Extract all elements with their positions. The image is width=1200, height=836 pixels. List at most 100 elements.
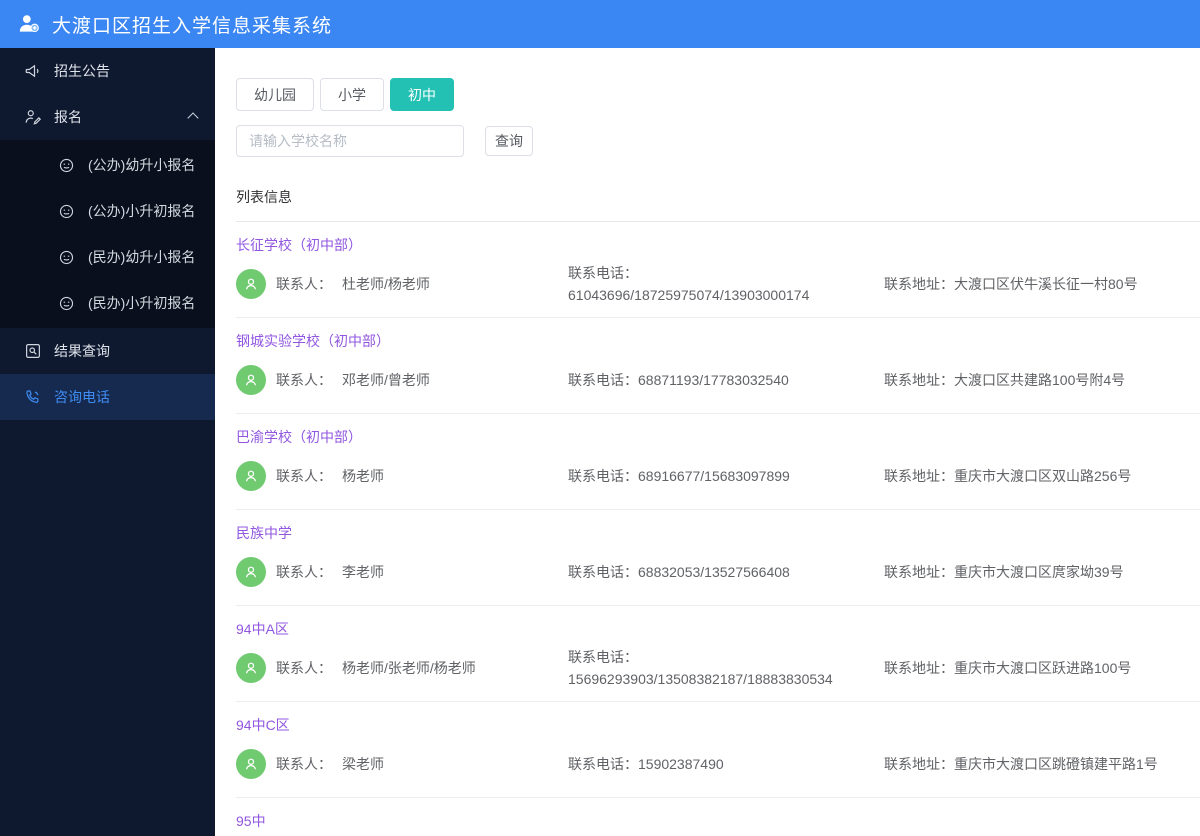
- school-search-input[interactable]: [236, 125, 464, 157]
- address-cell: 联系地址：大渡口区共建路100号附4号: [884, 369, 1200, 391]
- phone-label: 联系电话：: [568, 649, 638, 665]
- list-item: 巴渝学校（初中部） 联系人： 杨老师 联系电话：68916677/1568309…: [236, 414, 1200, 510]
- address-label: 联系地址：: [884, 276, 954, 292]
- contact-label: 联系人：: [276, 468, 332, 484]
- tab-junior[interactable]: 初中: [390, 78, 454, 111]
- phone-cell: 联系电话：68832053/13527566408: [568, 561, 868, 583]
- avatar: [236, 461, 266, 491]
- address-cell: 联系地址：重庆市大渡口区跃进路100号: [884, 657, 1200, 679]
- phone-cell: 联系电话：68916677/15683097899: [568, 465, 868, 487]
- address-value: 重庆市大渡口区跃进路100号: [954, 660, 1132, 676]
- avatar: [236, 557, 266, 587]
- face-icon: [58, 157, 76, 174]
- sidebar-item-label: (民办)幼升小报名: [88, 249, 196, 265]
- app-header: 大渡口区招生入学信息采集系统: [0, 0, 1200, 48]
- sidebar-item-label: (公办)小升初报名: [88, 203, 196, 219]
- avatar: [236, 749, 266, 779]
- sidebar-item-public-primary-to-junior[interactable]: (公办)小升初报名: [0, 188, 215, 234]
- address-cell: 联系地址：重庆市大渡口区双山路256号: [884, 465, 1200, 487]
- sidebar-item-private-kindergarten-to-primary[interactable]: (民办)幼升小报名: [0, 234, 215, 280]
- contact-cell: 联系人： 邓老师/曾老师: [236, 365, 568, 395]
- phone-label: 联系电话：: [568, 265, 638, 281]
- contact-cell: 联系人： 杨老师: [236, 461, 568, 491]
- school-name-link[interactable]: 钢城实验学校（初中部）: [236, 331, 1200, 351]
- phone-cell: 联系电话：15902387490: [568, 753, 868, 775]
- list-item: 95中 联系人： 李老师 联系电话：81152066/18323497183 联…: [236, 798, 1200, 836]
- address-label: 联系地址：: [884, 468, 954, 484]
- phone-value: 68871193/17783032540: [638, 372, 789, 388]
- address-label: 联系地址：: [884, 564, 954, 580]
- phone-cell: 联系电话： 15696293903/13508382187/18883830534: [568, 646, 868, 690]
- sidebar-item-label: (民办)小升初报名: [88, 295, 196, 311]
- sidebar-item-public-kindergarten-to-primary[interactable]: (公办)幼升小报名: [0, 142, 215, 188]
- sidebar-item-label: (公办)幼升小报名: [88, 157, 196, 173]
- school-name-link[interactable]: 94中C区: [236, 715, 1200, 735]
- sidebar-item-announcements[interactable]: 招生公告: [0, 48, 215, 94]
- school-name-link[interactable]: 民族中学: [236, 523, 1200, 543]
- avatar: [236, 653, 266, 683]
- avatar: [236, 365, 266, 395]
- address-value: 重庆市大渡口区庹家坳39号: [954, 564, 1124, 580]
- school-level-tabs: 幼儿园 小学 初中: [236, 78, 1200, 111]
- address-value: 大渡口区共建路100号附4号: [954, 372, 1126, 388]
- school-name-link[interactable]: 巴渝学校（初中部）: [236, 427, 1200, 447]
- phone-label: 联系电话：: [568, 372, 638, 388]
- sidebar-item-label: 咨询电话: [54, 389, 110, 405]
- contact-label: 联系人：: [276, 276, 332, 292]
- contact-value: 李老师: [342, 564, 384, 580]
- address-cell: 联系地址：重庆市大渡口区跳磴镇建平路1号: [884, 753, 1200, 775]
- register-submenu: (公办)幼升小报名 (公办)小升初报名 (民办)幼升小报名 (民办)小升初报名: [0, 140, 215, 328]
- address-label: 联系地址：: [884, 756, 954, 772]
- school-name-link[interactable]: 94中A区: [236, 619, 1200, 639]
- contact-cell: 联系人： 李老师: [236, 557, 568, 587]
- address-label: 联系地址：: [884, 660, 954, 676]
- address-label: 联系地址：: [884, 372, 954, 388]
- search-square-icon: [24, 342, 42, 360]
- contact-cell: 联系人： 杨老师/张老师/杨老师: [236, 653, 568, 683]
- sidebar-item-consult-phone[interactable]: 咨询电话: [0, 374, 215, 420]
- phone-value: 15902387490: [638, 756, 724, 772]
- contact-cell: 联系人： 梁老师: [236, 749, 568, 779]
- tab-kindergarten[interactable]: 幼儿园: [236, 78, 314, 111]
- phone-icon: [24, 388, 42, 406]
- contact-value: 杜老师/杨老师: [342, 276, 430, 292]
- main-content: 幼儿园 小学 初中 查询 列表信息 长征学校（初中部） 联系人： 杜老师/杨老师: [215, 48, 1200, 836]
- phone-cell: 联系电话： 61043696/18725975074/13903000174: [568, 262, 868, 306]
- sidebar-item-result-query[interactable]: 结果查询: [0, 328, 215, 374]
- sidebar: 招生公告 报名 (公办)幼升小报名 (公办)小升初报名 (民办)幼升小报名 (民…: [0, 48, 215, 836]
- app-title: 大渡口区招生入学信息采集系统: [52, 15, 333, 37]
- school-list: 长征学校（初中部） 联系人： 杜老师/杨老师 联系电话： 61043696/187…: [236, 222, 1200, 836]
- contact-value: 梁老师: [342, 756, 384, 772]
- address-value: 大渡口区伏牛溪长征一村80号: [954, 276, 1138, 292]
- sidebar-item-register[interactable]: 报名: [0, 94, 215, 140]
- contact-cell: 联系人： 杜老师/杨老师: [236, 269, 568, 299]
- person-edit-icon: [24, 108, 42, 126]
- contact-value: 邓老师/曾老师: [342, 372, 430, 388]
- contact-label: 联系人：: [276, 372, 332, 388]
- phone-value: 68916677/15683097899: [638, 468, 790, 484]
- phone-label: 联系电话：: [568, 564, 638, 580]
- list-title: 列表信息: [236, 189, 292, 205]
- face-icon: [58, 203, 76, 220]
- list-item: 长征学校（初中部） 联系人： 杜老师/杨老师 联系电话： 61043696/187…: [236, 222, 1200, 318]
- sidebar-item-label: 结果查询: [54, 343, 110, 359]
- list-item: 94中A区 联系人： 杨老师/张老师/杨老师 联系电话： 15696293903/…: [236, 606, 1200, 702]
- sidebar-item-label: 报名: [54, 109, 82, 125]
- list-item: 94中C区 联系人： 梁老师 联系电话：15902387490 联系地址：重庆市…: [236, 702, 1200, 798]
- address-cell: 联系地址：重庆市大渡口区庹家坳39号: [884, 561, 1200, 583]
- query-button[interactable]: 查询: [485, 126, 533, 156]
- contact-value: 杨老师: [342, 468, 384, 484]
- address-cell: 联系地址：大渡口区伏牛溪长征一村80号: [884, 273, 1200, 295]
- tab-primary[interactable]: 小学: [320, 78, 384, 111]
- school-name-link[interactable]: 95中: [236, 811, 1200, 831]
- list-item: 民族中学 联系人： 李老师 联系电话：68832053/13527566408 …: [236, 510, 1200, 606]
- phone-label: 联系电话：: [568, 756, 638, 772]
- phone-label: 联系电话：: [568, 468, 638, 484]
- sidebar-item-private-primary-to-junior[interactable]: (民办)小升初报名: [0, 280, 215, 326]
- list-item: 钢城实验学校（初中部） 联系人： 邓老师/曾老师 联系电话：68871193/1…: [236, 318, 1200, 414]
- chevron-up-icon: [187, 112, 199, 124]
- search-row: 查询: [236, 125, 1200, 157]
- contact-label: 联系人：: [276, 564, 332, 580]
- school-name-link[interactable]: 长征学校（初中部）: [236, 235, 1200, 255]
- phone-value: 68832053/13527566408: [638, 564, 790, 580]
